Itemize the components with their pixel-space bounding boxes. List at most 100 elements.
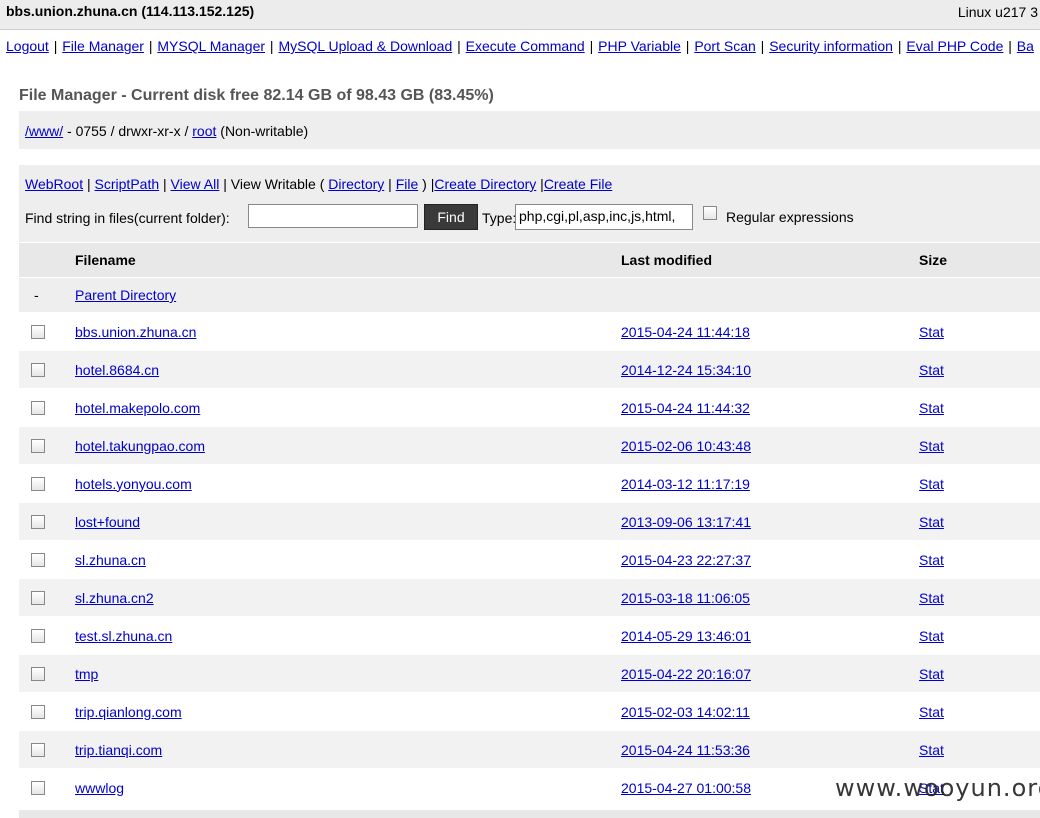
modified-date-link[interactable]: 2015-04-24 11:53:36 xyxy=(621,742,750,758)
regex-checkbox[interactable] xyxy=(703,206,717,220)
table-row: trip.qianlong.com 2015-02-03 14:02:11 Stat xyxy=(19,693,1040,731)
table-row: sl.zhuna.cn2 2015-03-18 11:06:05 Stat xyxy=(19,579,1040,617)
parent-dash: - xyxy=(34,287,39,303)
modified-date-link[interactable]: 2015-04-23 22:27:37 xyxy=(621,552,751,568)
modified-date-link[interactable]: 2015-04-24 11:44:18 xyxy=(621,324,750,340)
search-input[interactable] xyxy=(248,204,418,228)
table-row: trip.tianqi.com 2015-04-24 11:53:36 Stat xyxy=(19,731,1040,769)
modified-date-link[interactable]: 2015-04-27 01:00:58 xyxy=(621,780,751,796)
find-button[interactable]: Find xyxy=(424,204,478,230)
stat-link[interactable]: Stat xyxy=(919,400,944,416)
scriptpath-link[interactable]: ScriptPath xyxy=(95,176,160,192)
row-checkbox[interactable] xyxy=(31,514,45,529)
file-name-link[interactable]: test.sl.zhuna.cn xyxy=(75,628,172,644)
stat-link[interactable]: Stat xyxy=(919,704,944,720)
stat-link[interactable]: Stat xyxy=(919,552,944,568)
stat-link[interactable]: Stat xyxy=(919,666,944,682)
file-name-link[interactable]: hotel.takungpao.com xyxy=(75,438,205,454)
nav-link-php-variable[interactable]: PHP Variable xyxy=(598,38,681,54)
view-all-link[interactable]: View All xyxy=(171,176,220,192)
file-name-link[interactable]: hotel.8684.cn xyxy=(75,362,159,378)
table-row: bbs.union.zhuna.cn 2015-04-24 11:44:18 Sta… xyxy=(19,313,1040,351)
table-row: hotel.makepolo.com 2015-04-24 11:44:32 Sta… xyxy=(19,389,1040,427)
file-name-link[interactable]: sl.zhuna.cn xyxy=(75,552,146,568)
stat-link[interactable]: Stat xyxy=(919,324,944,340)
path-dir-link[interactable]: /www/ xyxy=(25,123,63,139)
stat-link[interactable]: Stat xyxy=(919,590,944,606)
nav-link-port-scan[interactable]: Port Scan xyxy=(694,38,755,54)
view-writable-directory-link[interactable]: Directory xyxy=(328,176,384,192)
file-rows: bbs.union.zhuna.cn 2015-04-24 11:44:18 Sta… xyxy=(19,313,1040,807)
table-row: test.sl.zhuna.cn 2014-05-29 13:46:01 Stat xyxy=(19,617,1040,655)
file-table: Filename Last modified Size - Parent Dir… xyxy=(19,243,1040,807)
view-writable-label: View Writable ( xyxy=(230,176,325,192)
file-name-link[interactable]: bbs.union.zhuna.cn xyxy=(75,324,196,340)
path-owner-link[interactable]: root xyxy=(192,123,216,139)
modified-date-link[interactable]: 2013-09-06 13:17:41 xyxy=(621,514,751,530)
stat-link[interactable]: Stat xyxy=(919,362,944,378)
find-string-label: Find string in files(current folder): xyxy=(25,210,230,226)
modified-date-link[interactable]: 2015-02-03 14:02:11 xyxy=(621,704,750,720)
file-name-link[interactable]: trip.tianqi.com xyxy=(75,742,162,758)
row-checkbox[interactable] xyxy=(31,400,45,415)
table-row: lost+found 2013-09-06 13:17:41 Stat xyxy=(19,503,1040,541)
row-checkbox[interactable] xyxy=(31,362,45,377)
path-writable-status: (Non-writable) xyxy=(216,123,309,139)
column-header-filename: Filename xyxy=(75,252,136,268)
type-input[interactable]: php,cgi,pl,asp,inc,js,html, xyxy=(515,204,693,230)
table-row: sl.zhuna.cn 2015-04-23 22:27:37 Stat xyxy=(19,541,1040,579)
file-name-link[interactable]: hotels.yonyou.com xyxy=(75,476,192,492)
nav-link-mysql-upload-download[interactable]: MySQL Upload & Download xyxy=(278,38,452,54)
stat-link[interactable]: Stat xyxy=(919,628,944,644)
row-checkbox[interactable] xyxy=(31,666,45,681)
row-checkbox[interactable] xyxy=(31,438,45,453)
row-checkbox[interactable] xyxy=(31,476,45,491)
file-name-link[interactable]: trip.qianlong.com xyxy=(75,704,182,720)
modified-date-link[interactable]: 2014-12-24 15:34:10 xyxy=(621,362,751,378)
column-header-modified: Last modified xyxy=(621,252,713,268)
webroot-link[interactable]: WebRoot xyxy=(25,176,83,192)
parent-directory-link[interactable]: Parent Directory xyxy=(75,287,176,303)
view-writable-file-link[interactable]: File xyxy=(396,176,419,192)
file-name-link[interactable]: sl.zhuna.cn2 xyxy=(75,590,154,606)
top-header-bar: bbs.union.zhuna.cn (114.113.152.125) Lin… xyxy=(0,0,1040,30)
regex-label: Regular expressions xyxy=(726,209,854,225)
nav-link-file-manager[interactable]: File Manager xyxy=(62,38,144,54)
nav-link-security-information[interactable]: Security information xyxy=(769,38,893,54)
modified-date-link[interactable]: 2015-04-22 20:16:07 xyxy=(621,666,751,682)
create-directory-link[interactable]: Create Directory xyxy=(434,176,536,192)
column-header-size: Size xyxy=(919,252,948,268)
file-name-link[interactable]: hotel.makepolo.com xyxy=(75,400,200,416)
row-checkbox[interactable] xyxy=(31,552,45,567)
table-footer xyxy=(19,810,1040,818)
row-checkbox[interactable] xyxy=(31,780,45,795)
watermark: www.wooyun.org xyxy=(835,774,1040,802)
file-name-link[interactable]: tmp xyxy=(75,666,98,682)
stat-link[interactable]: Stat xyxy=(919,742,944,758)
row-checkbox[interactable] xyxy=(31,628,45,643)
nav-link-execute-command[interactable]: Execute Command xyxy=(466,38,585,54)
system-info: Linux u217 3 xyxy=(957,4,1038,20)
row-checkbox[interactable] xyxy=(31,742,45,757)
modified-date-link[interactable]: 2015-04-24 11:44:32 xyxy=(621,400,750,416)
file-name-link[interactable]: wwwlog xyxy=(75,780,124,796)
row-checkbox[interactable] xyxy=(31,590,45,605)
modified-date-link[interactable]: 2014-03-12 11:17:19 xyxy=(621,476,750,492)
nav-link-eval-php-code[interactable]: Eval PHP Code xyxy=(906,38,1003,54)
create-file-link[interactable]: Create File xyxy=(544,176,612,192)
modified-date-link[interactable]: 2014-05-29 13:46:01 xyxy=(621,628,751,644)
modified-date-link[interactable]: 2015-02-06 10:43:48 xyxy=(621,438,751,454)
stat-link[interactable]: Stat xyxy=(919,476,944,492)
stat-link[interactable]: Stat xyxy=(919,514,944,530)
host-title: bbs.union.zhuna.cn (114.113.152.125) xyxy=(6,3,255,19)
row-checkbox[interactable] xyxy=(31,704,45,719)
file-name-link[interactable]: lost+found xyxy=(75,514,140,530)
tool-panel: WebRoot | ScriptPath | View All | View W… xyxy=(19,165,1040,242)
stat-link[interactable]: Stat xyxy=(919,438,944,454)
row-checkbox[interactable] xyxy=(31,324,45,339)
nav-link-mysql-manager[interactable]: MYSQL Manager xyxy=(157,38,265,54)
nav-link-ba[interactable]: Ba xyxy=(1017,38,1034,54)
page-title: File Manager - Current disk free 82.14 G… xyxy=(19,87,494,104)
modified-date-link[interactable]: 2015-03-18 11:06:05 xyxy=(621,590,750,606)
nav-link-logout[interactable]: Logout xyxy=(6,38,49,54)
